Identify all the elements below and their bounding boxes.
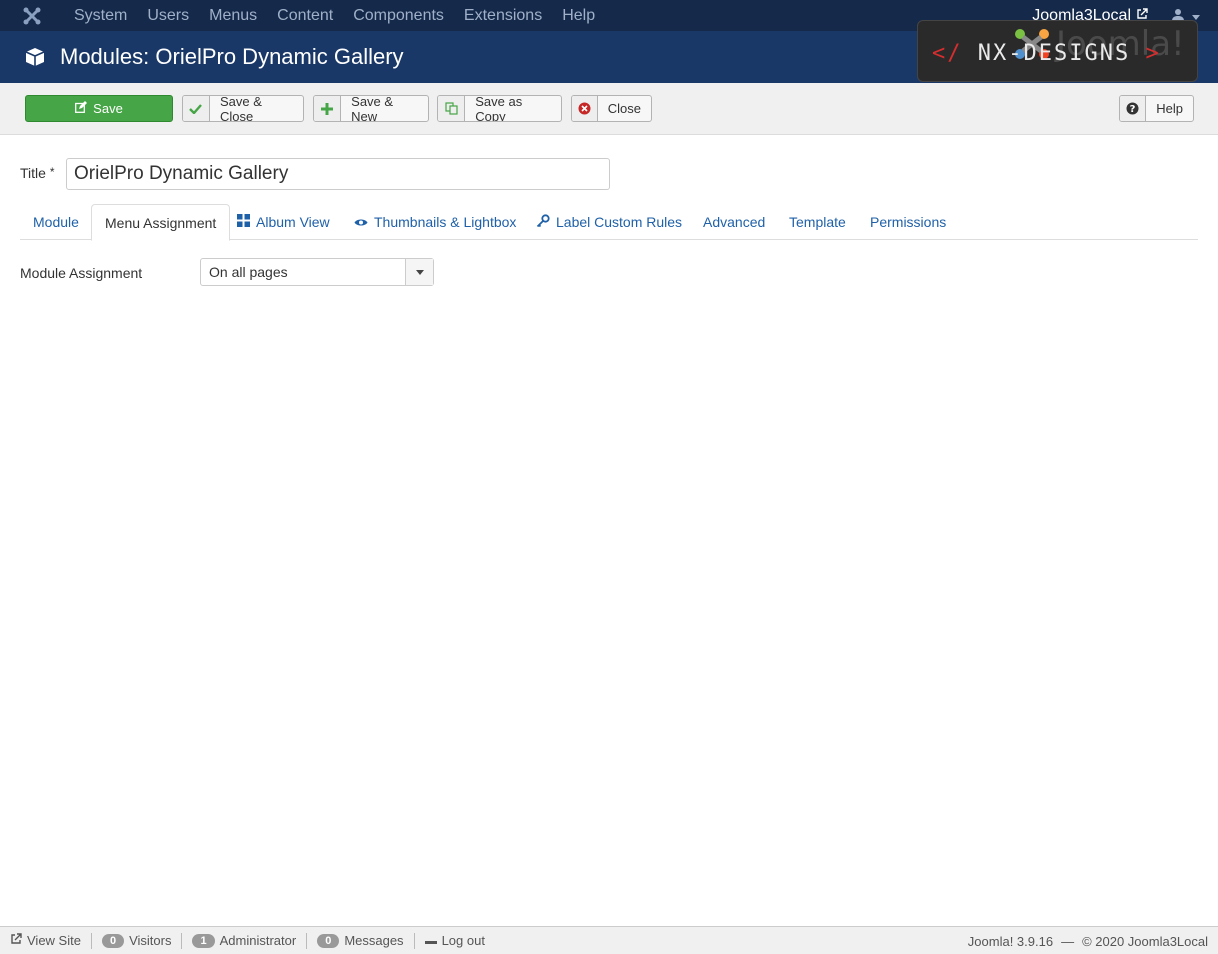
- tab-module[interactable]: Module: [20, 204, 92, 240]
- minus-icon: [424, 933, 437, 948]
- nav-extensions[interactable]: Extensions: [454, 0, 552, 31]
- eye-icon: [354, 214, 368, 230]
- help-label: Help: [1156, 101, 1183, 116]
- view-site-link[interactable]: View Site: [0, 933, 91, 949]
- title-input[interactable]: [66, 158, 610, 190]
- brand-nx-logo: </ NX-DESIGNS >: [932, 41, 1161, 66]
- module-assignment-select[interactable]: On all pages: [200, 258, 434, 286]
- status-footer: View Site 0 Visitors 1 Administrator 0 M…: [0, 926, 1218, 954]
- module-assignment-value: On all pages: [209, 264, 288, 280]
- joomla-logo-icon[interactable]: [0, 0, 64, 31]
- help-button[interactable]: ? Help: [1119, 95, 1194, 122]
- nav-content[interactable]: Content: [267, 0, 343, 31]
- admin-badge: 1: [192, 933, 215, 948]
- tab-label-custom-rules[interactable]: Label Custom Rules: [523, 204, 695, 240]
- key-icon: [536, 213, 550, 231]
- brand-banner: Joomla! </ NX-DESIGNS >: [917, 20, 1198, 82]
- edit-icon: [75, 101, 88, 116]
- tab-permissions[interactable]: Permissions: [857, 204, 959, 240]
- save-label: Save: [93, 101, 123, 116]
- tab-menu-assignment[interactable]: Menu Assignment: [91, 204, 231, 241]
- save-button[interactable]: Save: [25, 95, 173, 122]
- grid-icon: [237, 214, 250, 230]
- toolbar: Save Save & Close Save & New Save as Cop…: [0, 83, 1218, 135]
- tab-bar: Module Menu Assignment Album View Thumbn…: [20, 204, 1198, 241]
- visitors-badge: 0: [101, 933, 125, 948]
- plus-icon: [314, 96, 342, 121]
- save-close-button[interactable]: Save & Close: [182, 95, 304, 122]
- copyright-text: © 2020 Joomla3Local: [1082, 933, 1208, 949]
- messages-badge: 0: [317, 933, 340, 948]
- save-new-label: Save & New: [351, 95, 394, 122]
- footer-copyright: Joomla! 3.9.16 — © 2020 Joomla3Local: [968, 927, 1208, 954]
- close-button[interactable]: Close: [571, 95, 652, 122]
- svg-text:?: ?: [1130, 104, 1136, 115]
- administrator-status[interactable]: 1 Administrator: [182, 933, 306, 949]
- tab-advanced[interactable]: Advanced: [690, 204, 778, 240]
- tab-thumbnails-lightbox[interactable]: Thumbnails & Lightbox: [341, 204, 529, 240]
- copy-icon: [438, 96, 466, 121]
- tab-album-view[interactable]: Album View: [224, 204, 343, 240]
- visitors-status[interactable]: 0 Visitors: [92, 933, 182, 949]
- question-icon: ?: [1120, 96, 1147, 121]
- logout-link[interactable]: Log out: [415, 933, 495, 949]
- title-label: Title *: [20, 165, 55, 181]
- close-circle-icon: [572, 96, 598, 121]
- caret-down-icon[interactable]: [405, 259, 433, 285]
- nav-system[interactable]: System: [64, 0, 137, 31]
- close-label: Close: [607, 101, 641, 116]
- nav-users[interactable]: Users: [137, 0, 199, 31]
- dash: —: [1061, 933, 1075, 949]
- save-copy-button[interactable]: Save as Copy: [437, 95, 562, 122]
- nav-help[interactable]: Help: [552, 0, 605, 31]
- nav-components[interactable]: Components: [343, 0, 454, 31]
- nav-menus[interactable]: Menus: [199, 0, 267, 31]
- required-marker: *: [49, 165, 55, 179]
- messages-status[interactable]: 0 Messages: [307, 933, 413, 949]
- save-close-label: Save & Close: [219, 95, 262, 122]
- version-text: Joomla! 3.9.16: [967, 933, 1054, 949]
- tab-template[interactable]: Template: [776, 204, 859, 240]
- save-copy-label: Save as Copy: [475, 95, 523, 122]
- external-link-icon: [10, 933, 22, 948]
- save-new-button[interactable]: Save & New: [313, 95, 429, 122]
- module-assignment-label: Module Assignment: [20, 265, 143, 281]
- check-icon: [183, 96, 210, 121]
- page-title: Modules: OrielPro Dynamic Gallery: [60, 44, 404, 69]
